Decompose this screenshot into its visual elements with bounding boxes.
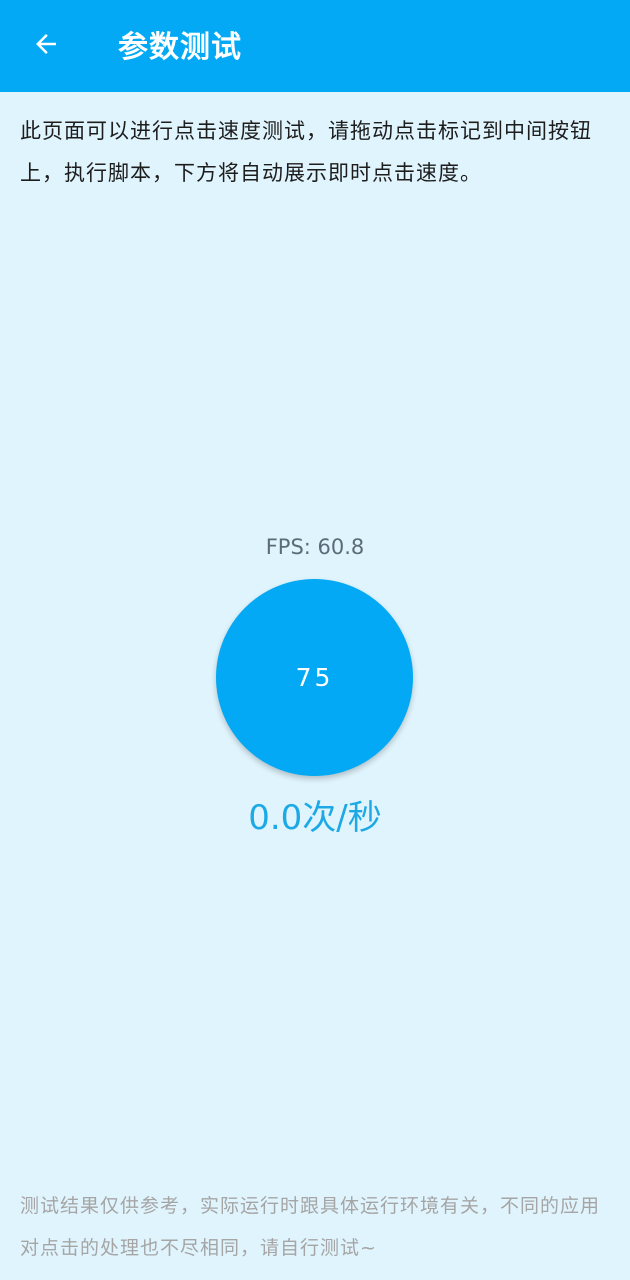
tap-test-button[interactable]: 75 [216, 579, 413, 776]
back-button[interactable] [18, 22, 74, 70]
intro-text: 此页面可以进行点击速度测试，请拖动点击标记到中间按钮上，执行脚本，下方将自动展示… [20, 119, 592, 185]
disclaimer-text: 测试结果仅供参考，实际运行时跟具体运行环境有关，不同的应用对点击的处理也不尽相同… [20, 1195, 601, 1259]
page-title: 参数测试 [118, 30, 242, 65]
tap-count-label: 75 [295, 663, 334, 692]
app-bar: 参数测试 [0, 0, 630, 92]
click-speed-readout: 0.0次/秒 [248, 798, 382, 838]
arrow-left-icon [31, 29, 61, 63]
fps-label: FPS: 60.8 [265, 535, 365, 559]
